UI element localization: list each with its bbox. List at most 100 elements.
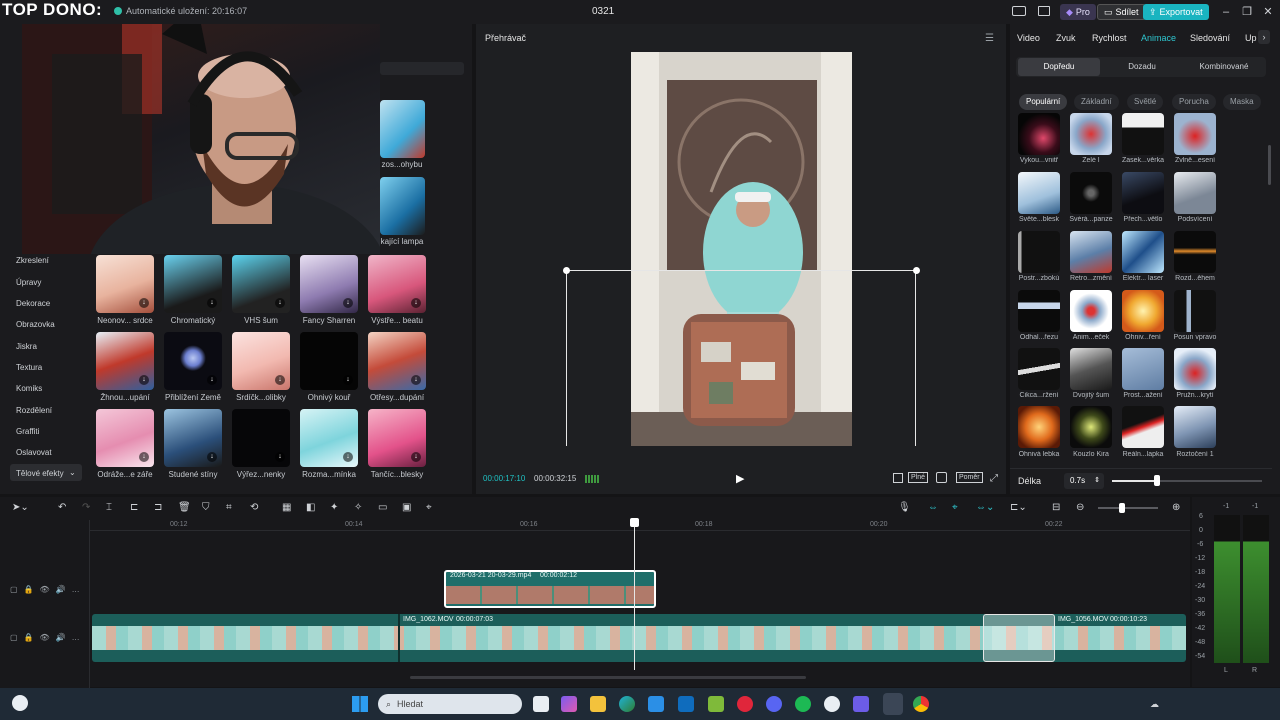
- animation-tile[interactable]: [1018, 113, 1060, 155]
- animation-tile[interactable]: [1070, 406, 1112, 448]
- select-tool-icon[interactable]: ➤⌄: [12, 502, 29, 513]
- zoom-slider[interactable]: [1098, 507, 1158, 509]
- selection-box[interactable]: [566, 270, 916, 446]
- animation-tile[interactable]: [1174, 406, 1216, 448]
- shield-icon[interactable]: ⛉: [202, 502, 210, 513]
- effect-tile-partial-1[interactable]: [380, 100, 425, 158]
- tab-animace[interactable]: Animace: [1141, 33, 1176, 43]
- image-edit-icon[interactable]: ▣: [402, 502, 411, 513]
- capcut-icon[interactable]: [883, 693, 903, 715]
- animation-tile[interactable]: [1174, 348, 1216, 390]
- download-icon[interactable]: ↓: [275, 375, 285, 385]
- animation-tile[interactable]: [1122, 231, 1164, 273]
- start-icon[interactable]: [352, 696, 368, 712]
- chip-zakladni[interactable]: Základní: [1074, 94, 1119, 110]
- chevron-right-icon[interactable]: ›: [1258, 30, 1270, 44]
- nav-item-obrazovka[interactable]: Obrazovka: [16, 320, 55, 329]
- task-view-icon[interactable]: [533, 696, 549, 712]
- resize-handle[interactable]: [563, 267, 570, 274]
- tab-rychlost[interactable]: Rychlost: [1092, 33, 1127, 43]
- zoom-in-icon[interactable]: ⊕: [1172, 502, 1180, 513]
- download-icon[interactable]: ↓: [275, 452, 285, 462]
- chip-popularni[interactable]: Populární: [1019, 94, 1068, 110]
- tab-sledovani[interactable]: Sledování: [1190, 33, 1230, 43]
- microphone-icon[interactable]: 🎙: [898, 502, 911, 513]
- discord-icon[interactable]: [766, 696, 782, 712]
- download-icon[interactable]: ↓: [139, 452, 149, 462]
- layout-icon[interactable]: [1012, 6, 1026, 16]
- nav-item-telove-efekty[interactable]: Tělové efekty: [16, 469, 64, 478]
- zoom-slider-handle[interactable]: [1119, 503, 1125, 513]
- taskbar-search[interactable]: ⌕ Hledat: [378, 694, 522, 714]
- main-track-controls[interactable]: ▢🔒👁🔊…: [10, 633, 86, 642]
- animation-tile[interactable]: [1122, 290, 1164, 332]
- chip-svetle[interactable]: Světlé: [1127, 94, 1164, 110]
- menu-icon[interactable]: ☰: [985, 33, 994, 44]
- chip-maska[interactable]: Maska: [1223, 94, 1261, 110]
- subtitle-icon[interactable]: ▭: [378, 502, 387, 513]
- mirror-icon[interactable]: ◧: [306, 502, 315, 513]
- close-icon[interactable]: ✕: [1260, 4, 1276, 20]
- freeze-icon[interactable]: ▦: [282, 502, 291, 513]
- chrome-icon[interactable]: [913, 696, 929, 712]
- animation-tile[interactable]: [1018, 172, 1060, 214]
- animation-tile[interactable]: [1122, 348, 1164, 390]
- ai-icon[interactable]: ✦: [330, 502, 338, 513]
- tab-up[interactable]: Up: [1245, 33, 1257, 43]
- crop-icon[interactable]: [893, 473, 903, 483]
- file-explorer-icon[interactable]: [590, 696, 606, 712]
- scrollbar[interactable]: [1268, 145, 1271, 185]
- focus-icon[interactable]: [936, 472, 947, 483]
- shortcut-icon[interactable]: [1038, 6, 1050, 16]
- split-left-icon[interactable]: ⊏: [130, 502, 138, 513]
- download-icon[interactable]: ↓: [411, 452, 421, 462]
- delete-icon[interactable]: 🗑: [178, 502, 191, 513]
- undo-icon[interactable]: ↶: [58, 502, 66, 513]
- obs-icon[interactable]: [824, 696, 840, 712]
- chip-porucha[interactable]: Porucha: [1172, 94, 1216, 110]
- full-button[interactable]: Plné: [908, 472, 929, 483]
- animation-tile[interactable]: [1018, 348, 1060, 390]
- maximize-icon[interactable]: ❐: [1239, 4, 1255, 20]
- download-icon[interactable]: ↓: [275, 298, 285, 308]
- store-icon[interactable]: [648, 696, 664, 712]
- segment-dopredu[interactable]: Dopředu: [1018, 58, 1100, 76]
- segment-dozadu[interactable]: Dozadu: [1101, 58, 1183, 76]
- search-bar[interactable]: [380, 62, 464, 75]
- fit-icon[interactable]: ⊟: [1052, 502, 1060, 513]
- split-icon[interactable]: ⌶: [106, 502, 112, 513]
- link-clips-icon[interactable]: ⇔⌄: [976, 502, 994, 513]
- magic-icon[interactable]: ✧: [354, 502, 362, 513]
- animation-tile[interactable]: [1070, 172, 1112, 214]
- app-icon[interactable]: [853, 696, 869, 712]
- animation-tile[interactable]: [1018, 231, 1060, 273]
- zoom-out-icon[interactable]: ⊖: [1076, 502, 1084, 513]
- share-button[interactable]: ▭ Sdílet: [1097, 4, 1146, 20]
- stepper-icon[interactable]: ⇕: [1094, 473, 1100, 489]
- download-icon[interactable]: ↓: [207, 452, 217, 462]
- preview-axis-icon[interactable]: ⊏⌄: [1010, 502, 1027, 513]
- edge-icon[interactable]: [619, 696, 635, 712]
- outlook-icon[interactable]: [678, 696, 694, 712]
- animation-tile[interactable]: [1122, 172, 1164, 214]
- slider-handle[interactable]: [1154, 475, 1160, 486]
- animation-tile[interactable]: [1174, 172, 1216, 214]
- animation-tile[interactable]: [1174, 113, 1216, 155]
- nav-item-oslavovat[interactable]: Oslavovat: [16, 448, 52, 457]
- copilot-icon[interactable]: [561, 696, 577, 712]
- opera-icon[interactable]: [737, 696, 753, 712]
- animation-tile[interactable]: [1070, 290, 1112, 332]
- tab-video[interactable]: Video: [1017, 33, 1040, 43]
- download-icon[interactable]: ↓: [411, 298, 421, 308]
- animation-tile[interactable]: [1070, 231, 1112, 273]
- app-icon[interactable]: [708, 696, 724, 712]
- redo-icon[interactable]: ↷: [82, 502, 90, 513]
- duration-input[interactable]: 0.7s ⇕: [1064, 473, 1104, 489]
- transition-block[interactable]: [983, 614, 1055, 662]
- tab-zvuk[interactable]: Zvuk: [1056, 33, 1076, 43]
- ratio-button[interactable]: Poměr: [956, 472, 983, 483]
- download-icon[interactable]: ↓: [343, 375, 353, 385]
- widgets-icon[interactable]: [12, 695, 28, 711]
- download-icon[interactable]: ↓: [343, 452, 353, 462]
- split-right-icon[interactable]: ⊐: [154, 502, 162, 513]
